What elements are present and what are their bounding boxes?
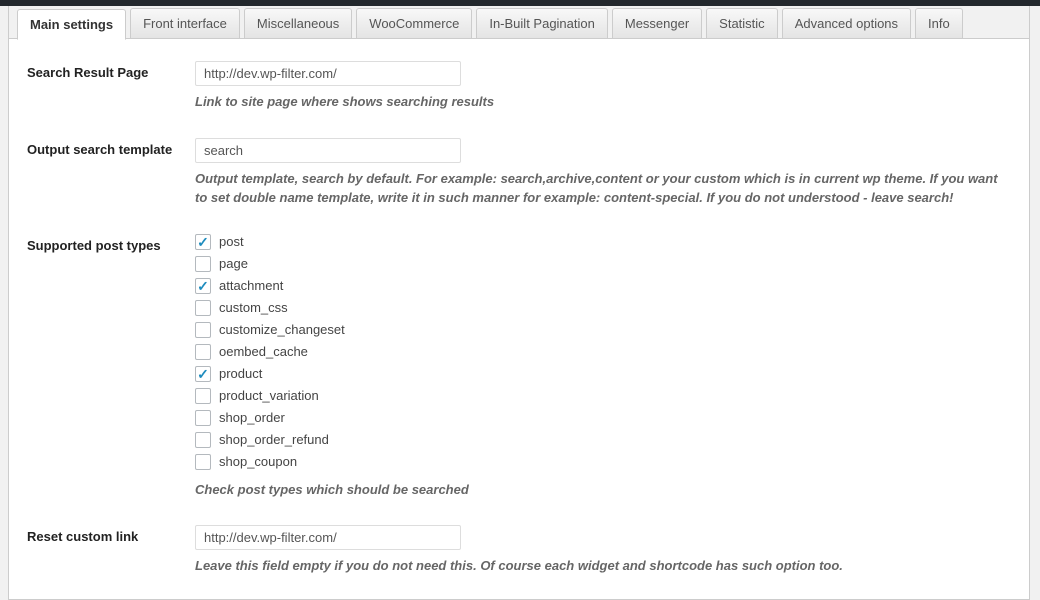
- checkbox-product_variation[interactable]: [195, 388, 211, 404]
- main-settings-panel: Search Result Page Link to site page whe…: [9, 39, 1029, 600]
- field-reset-link: Leave this field empty if you do not nee…: [195, 525, 1011, 576]
- row-post-types: Supported post types post page attachment c…: [27, 234, 1011, 500]
- checkbox-page[interactable]: [195, 256, 211, 272]
- checkbox-shop_order[interactable]: [195, 410, 211, 426]
- input-reset-link[interactable]: [195, 525, 461, 550]
- post-type-row-page: page: [195, 256, 1011, 272]
- tabs-bar: Main settingsFront interfaceMiscellaneou…: [9, 6, 1029, 39]
- post-type-row-customize_changeset: customize_changeset: [195, 322, 1011, 338]
- post-type-row-product_variation: product_variation: [195, 388, 1011, 404]
- tab-in-built-pagination[interactable]: In-Built Pagination: [476, 8, 608, 38]
- checkbox-oembed_cache[interactable]: [195, 344, 211, 360]
- tab-main-settings[interactable]: Main settings: [17, 9, 126, 40]
- desc-search-result-page: Link to site page where shows searching …: [195, 92, 1011, 112]
- row-search-result-page: Search Result Page Link to site page whe…: [27, 61, 1011, 112]
- input-search-result-page[interactable]: [195, 61, 461, 86]
- checkbox-customize_changeset[interactable]: [195, 322, 211, 338]
- label-post-types: Supported post types: [27, 234, 195, 253]
- field-search-result-page: Link to site page where shows searching …: [195, 61, 1011, 112]
- checkbox-label-product: product: [219, 366, 262, 381]
- checkbox-label-custom_css: custom_css: [219, 300, 288, 315]
- checkbox-attachment[interactable]: [195, 278, 211, 294]
- checkbox-label-attachment: attachment: [219, 278, 283, 293]
- tab-info[interactable]: Info: [915, 8, 963, 38]
- input-output-template[interactable]: [195, 138, 461, 163]
- checkbox-label-shop_coupon: shop_coupon: [219, 454, 297, 469]
- checkbox-label-product_variation: product_variation: [219, 388, 319, 403]
- tab-miscellaneous[interactable]: Miscellaneous: [244, 8, 352, 38]
- checkbox-product[interactable]: [195, 366, 211, 382]
- checkbox-label-oembed_cache: oembed_cache: [219, 344, 308, 359]
- post-type-row-shop_order_refund: shop_order_refund: [195, 432, 1011, 448]
- row-output-template: Output search template Output template, …: [27, 138, 1011, 208]
- desc-post-types: Check post types which should be searche…: [195, 480, 1011, 500]
- checkbox-label-shop_order: shop_order: [219, 410, 285, 425]
- tab-statistic[interactable]: Statistic: [706, 8, 778, 38]
- post-type-row-post: post: [195, 234, 1011, 250]
- checkbox-shop_coupon[interactable]: [195, 454, 211, 470]
- label-output-template: Output search template: [27, 138, 195, 157]
- label-search-result-page: Search Result Page: [27, 61, 195, 80]
- row-reset-link: Reset custom link Leave this field empty…: [27, 525, 1011, 576]
- checkbox-custom_css[interactable]: [195, 300, 211, 316]
- checkbox-label-shop_order_refund: shop_order_refund: [219, 432, 329, 447]
- post-type-row-oembed_cache: oembed_cache: [195, 344, 1011, 360]
- checkbox-label-customize_changeset: customize_changeset: [219, 322, 345, 337]
- desc-output-template: Output template, search by default. For …: [195, 169, 1011, 208]
- checkbox-shop_order_refund[interactable]: [195, 432, 211, 448]
- post-type-row-custom_css: custom_css: [195, 300, 1011, 316]
- tab-woocommerce[interactable]: WooCommerce: [356, 8, 472, 38]
- tab-front-interface[interactable]: Front interface: [130, 8, 240, 38]
- field-output-template: Output template, search by default. For …: [195, 138, 1011, 208]
- checkbox-label-post: post: [219, 234, 244, 249]
- field-post-types: post page attachment custom_css customize_ch…: [195, 234, 1011, 500]
- post-type-row-product: product: [195, 366, 1011, 382]
- tab-messenger[interactable]: Messenger: [612, 8, 702, 38]
- checkbox-label-page: page: [219, 256, 248, 271]
- checkbox-post[interactable]: [195, 234, 211, 250]
- tab-advanced-options[interactable]: Advanced options: [782, 8, 911, 38]
- desc-reset-link: Leave this field empty if you do not nee…: [195, 556, 1011, 576]
- post-type-row-attachment: attachment: [195, 278, 1011, 294]
- label-reset-link: Reset custom link: [27, 525, 195, 544]
- settings-container: Main settingsFront interfaceMiscellaneou…: [8, 6, 1030, 600]
- post-type-row-shop_coupon: shop_coupon: [195, 454, 1011, 470]
- post-types-list: post page attachment custom_css customize_ch…: [195, 234, 1011, 470]
- post-type-row-shop_order: shop_order: [195, 410, 1011, 426]
